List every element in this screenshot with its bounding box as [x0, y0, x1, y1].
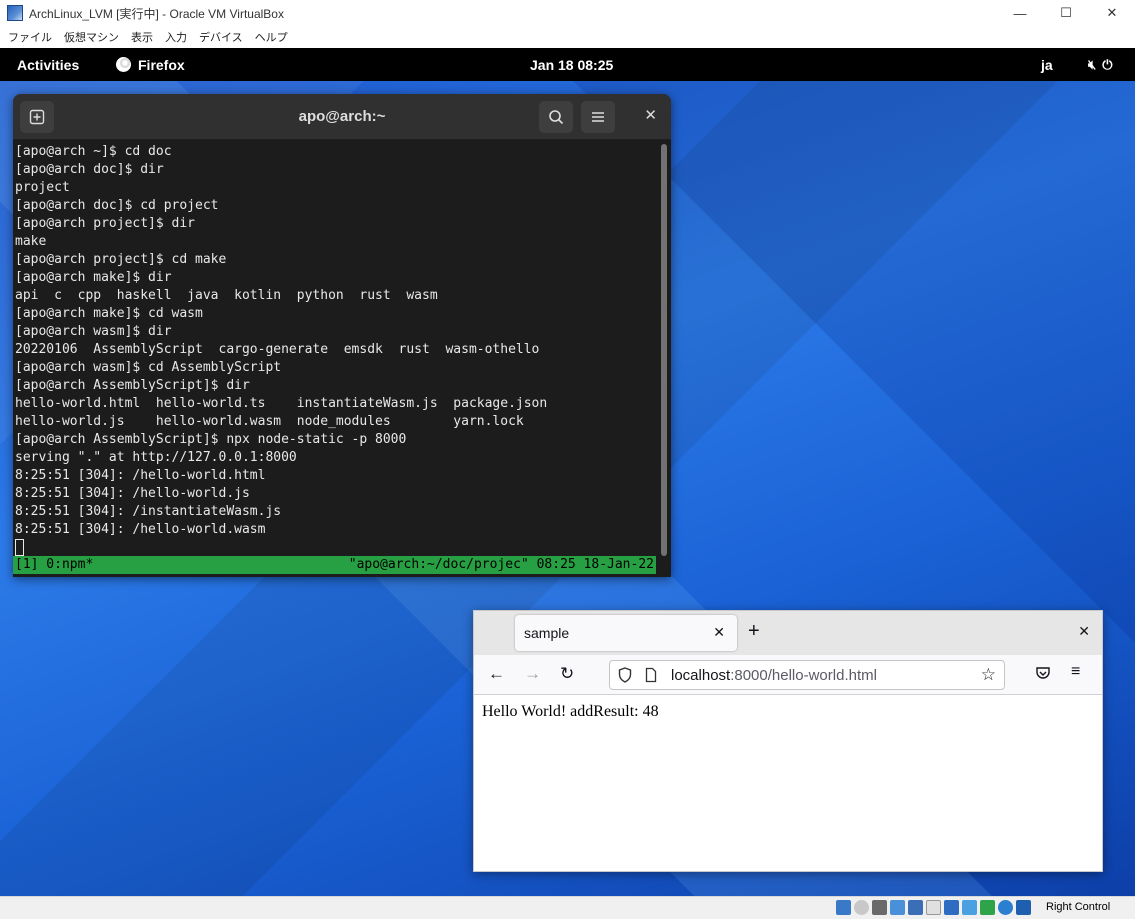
hamburger-menu-button[interactable]: [581, 101, 615, 133]
terminal-close-button[interactable]: ✕: [644, 106, 657, 124]
virtualbox-logo-icon: [7, 5, 23, 21]
tab-strip: sample ✕ + ✕: [474, 611, 1102, 655]
app-name: Firefox: [138, 56, 185, 73]
shared-folders-icon[interactable]: [926, 900, 941, 915]
terminal-line: serving "." at http://127.0.0.1:8000: [15, 450, 297, 465]
back-arrow-icon[interactable]: ←: [488, 664, 505, 684]
firefox-icon: [116, 57, 131, 72]
url-path: :8000/hello-world.html: [730, 667, 877, 684]
tab-close-icon[interactable]: ✕: [713, 624, 725, 641]
virtualization-icon[interactable]: [980, 900, 995, 915]
vbox-menubar: ファイル 仮想マシン 表示 入力 デバイス ヘルプ: [0, 26, 1135, 48]
tmux-window-list: [1] 0:npm*: [15, 557, 94, 572]
menu-view[interactable]: 表示: [125, 29, 159, 45]
terminal-line: [apo@arch ~]$ cd doc: [15, 144, 172, 159]
activities-button[interactable]: Activities: [17, 57, 79, 73]
terminal-line: hello-world.js hello-world.wasm node_mod…: [15, 414, 524, 429]
tab-label: sample: [524, 625, 570, 641]
vbox-titlebar: ArchLinux_LVM [実行中] - Oracle VM VirtualB…: [0, 0, 1135, 26]
terminal-line: [apo@arch make]$ dir: [15, 270, 172, 285]
terminal-line: 8:25:51 [304]: /hello-world.js: [15, 486, 250, 501]
gnome-top-bar: Activities Firefox Jan 18 08:25 ja 🔇︎ ⏻: [0, 48, 1135, 81]
terminal-line: [apo@arch AssemblyScript]$ dir: [15, 378, 250, 393]
terminal-line: [apo@arch wasm]$ dir: [15, 324, 172, 339]
terminal-line: 8:25:51 [304]: /hello-world.html: [15, 468, 266, 483]
terminal-line: hello-world.html hello-world.ts instanti…: [15, 396, 548, 411]
guest-desktop: Activities Firefox Jan 18 08:25 ja 🔇︎ ⏻ …: [0, 48, 1135, 896]
hamburger-icon: [592, 112, 604, 122]
terminal-line: [apo@arch make]$ cd wasm: [15, 306, 203, 321]
terminal-line: 8:25:51 [304]: /hello-world.wasm: [15, 522, 266, 537]
page-info-icon[interactable]: [645, 667, 657, 683]
search-icon: [549, 110, 564, 125]
menu-help[interactable]: ヘルプ: [249, 29, 294, 45]
menu-input[interactable]: 入力: [159, 29, 193, 45]
firefox-close-button[interactable]: ✕: [1078, 623, 1090, 640]
url-bar[interactable]: localhost:8000/hello-world.html ☆: [609, 660, 1005, 690]
speaker-muted-icon: 🔇︎: [1088, 56, 1097, 72]
pocket-icon[interactable]: [1035, 665, 1051, 681]
network-icon[interactable]: [890, 900, 905, 915]
display-icon[interactable]: [944, 900, 959, 915]
new-tab-plus-icon[interactable]: +: [748, 620, 760, 643]
terminal-line: api c cpp haskell java kotlin python rus…: [15, 288, 438, 303]
clock[interactable]: Jan 18 08:25: [530, 48, 613, 81]
terminal-line: [apo@arch wasm]$ cd AssemblyScript: [15, 360, 282, 375]
mouse-integration-icon[interactable]: [998, 900, 1013, 915]
vbox-status-bar: Right Control: [0, 896, 1135, 919]
reload-icon[interactable]: ↻: [560, 664, 574, 684]
app-menu-icon[interactable]: ≡: [1071, 663, 1080, 681]
terminal-output[interactable]: [apo@arch ~]$ cd doc [apo@arch doc]$ dir p…: [13, 140, 671, 577]
maximize-button[interactable]: ☐: [1043, 0, 1089, 26]
minimize-button[interactable]: —: [997, 0, 1043, 26]
device-status-icons: [836, 900, 1031, 915]
menu-file[interactable]: ファイル: [2, 29, 58, 45]
tab-sample[interactable]: sample ✕: [515, 615, 737, 651]
usb-icon[interactable]: [908, 900, 923, 915]
power-icon: ⏻: [1102, 56, 1113, 72]
url-host: localhost: [671, 667, 731, 684]
vbox-window-title: ArchLinux_LVM [実行中] - Oracle VM VirtualB…: [29, 6, 284, 21]
terminal-window[interactable]: apo@arch:~ ✕ [apo@arch ~]$ cd doc [apo@ar…: [13, 94, 671, 577]
close-button[interactable]: ✕: [1089, 0, 1135, 26]
menu-machine[interactable]: 仮想マシン: [58, 29, 125, 45]
terminal-line: [apo@arch project]$ dir: [15, 216, 196, 231]
input-method-indicator[interactable]: ja: [1041, 48, 1053, 81]
shield-icon[interactable]: [618, 667, 632, 683]
terminal-line: [apo@arch AssemblyScript]$ npx node-stat…: [15, 432, 407, 447]
search-button[interactable]: [539, 101, 573, 133]
terminal-line: make: [15, 234, 47, 249]
terminal-line: 8:25:51 [304]: /instantiateWasm.js: [15, 504, 282, 519]
menu-devices[interactable]: デバイス: [193, 29, 249, 45]
host-key-label: Right Control: [1046, 901, 1111, 913]
app-menu[interactable]: Firefox: [116, 48, 185, 81]
audio-icon[interactable]: [872, 900, 887, 915]
keyboard-capture-icon[interactable]: [1016, 900, 1031, 915]
terminal-line: 20220106 AssemblyScript cargo-generate e…: [15, 342, 540, 357]
terminal-cursor: [15, 539, 24, 556]
bookmark-star-icon[interactable]: ☆: [981, 665, 996, 685]
page-body-text: Hello World! addResult: 48: [482, 703, 659, 720]
optical-drive-icon[interactable]: [854, 900, 869, 915]
page-content: Hello World! addResult: 48: [474, 695, 1102, 871]
terminal-scrollbar[interactable]: [661, 144, 667, 556]
window-controls: — ☐ ✕: [997, 0, 1135, 26]
terminal-line: [apo@arch doc]$ dir: [15, 162, 164, 177]
tmux-status-bar: [1] 0:npm* "apo@arch:~/doc/projec" 08:25…: [13, 556, 656, 574]
firefox-window[interactable]: sample ✕ + ✕ ← → ↻ localhost:8000/hello-…: [473, 610, 1103, 872]
url-text: localhost:8000/hello-world.html: [671, 667, 877, 684]
recording-icon[interactable]: [962, 900, 977, 915]
terminal-line: [apo@arch doc]$ cd project: [15, 198, 219, 213]
terminal-line: project: [15, 180, 70, 195]
hard-disk-icon[interactable]: [836, 900, 851, 915]
forward-arrow-icon[interactable]: →: [524, 664, 541, 684]
tmux-status-right: "apo@arch:~/doc/projec" 08:25 18-Jan-22: [348, 557, 654, 572]
terminal-lines: [apo@arch ~]$ cd doc [apo@arch doc]$ dir p…: [15, 143, 547, 559]
terminal-headerbar: apo@arch:~ ✕: [13, 94, 671, 140]
system-menu[interactable]: 🔇︎ ⏻: [1088, 48, 1113, 81]
terminal-line: [apo@arch project]$ cd make: [15, 252, 227, 267]
navigation-toolbar: ← → ↻ localhost:8000/hello-world.html ☆ …: [474, 655, 1102, 695]
